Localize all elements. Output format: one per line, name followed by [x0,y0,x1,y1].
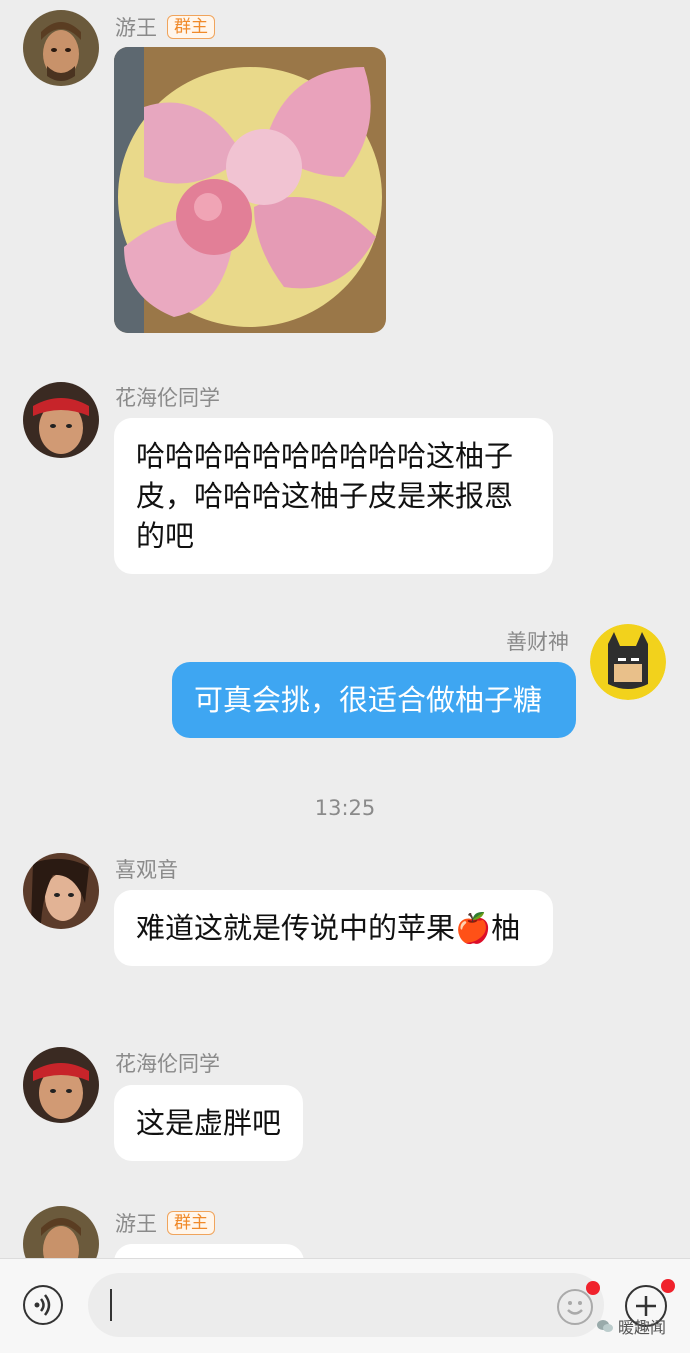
sender-name: 花海伦同学 [115,1052,220,1076]
group-owner-badge: 群主 [167,15,215,39]
sender-name-text: 游王 [115,16,157,40]
sender-name: 喜观音 [115,858,178,882]
sender-name: 花海伦同学 [115,386,220,410]
wechat-icon [597,1320,613,1332]
avatar[interactable] [23,1047,99,1123]
input-bar [0,1258,690,1353]
sender-name: 善财神 [506,630,569,654]
message-bubble[interactable]: 这是虚胖吧 [114,1085,304,1161]
avatar[interactable] [23,382,99,458]
message-bubble[interactable]: 难道这就是传说中的苹果🍎柚 [114,890,553,966]
timestamp: 13:25 [314,796,376,820]
watermark: 暖趣闻 [596,1314,666,1338]
sender-name-text: 游王 [115,1212,157,1236]
avatar[interactable] [23,853,99,929]
chat-image[interactable] [114,47,386,333]
avatar[interactable] [590,624,666,700]
message-bubble[interactable]: 哈哈哈哈哈哈哈哈哈哈这柚子皮，哈哈哈这柚子皮是来报恩的吧 [114,418,553,574]
sender-name: 游王 群主 [115,12,215,42]
voice-icon[interactable] [23,1285,63,1325]
text-caret [110,1289,112,1321]
message-bubble-self[interactable]: 可真会挑，很适合做柚子糖 [172,662,576,738]
group-owner-badge: 群主 [167,1211,215,1235]
message-input[interactable] [88,1273,604,1337]
emoji-notification-dot [586,1281,600,1295]
watermark-text: 暖趣闻 [618,1318,667,1337]
plus-notification-dot [661,1279,675,1293]
emoji-icon[interactable] [557,1289,593,1325]
avatar[interactable] [23,10,99,86]
sender-name: 游王 群主 [115,1208,215,1238]
